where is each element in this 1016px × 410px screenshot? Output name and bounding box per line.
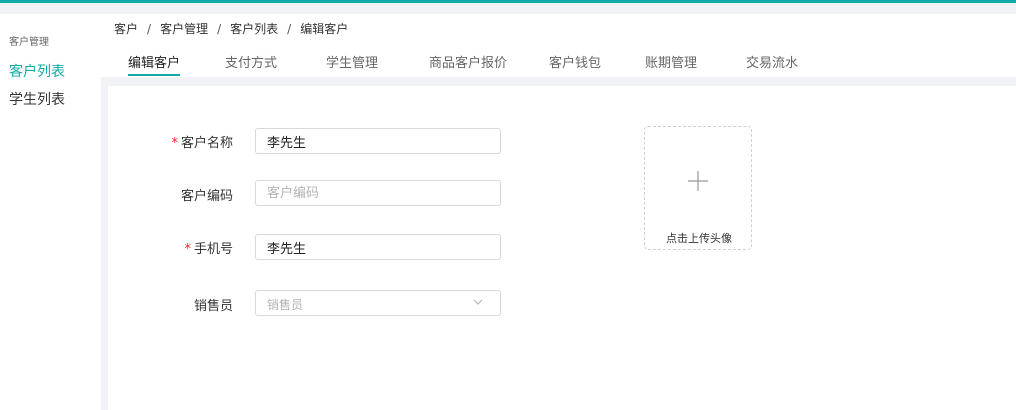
plus-icon xyxy=(688,171,708,191)
active-tab-indicator xyxy=(128,74,180,76)
required-mark: * xyxy=(184,242,191,257)
avatar-upload[interactable]: 点击上传头像 xyxy=(644,126,752,250)
breadcrumb: 客户 / 客户管理 / 客户列表 / 编辑客户 xyxy=(114,20,348,37)
avatar-upload-label: 点击上传头像 xyxy=(666,232,732,245)
edit-customer-form: *客户名称 客户编码 *手机号 销售员 销售员 点击上传头像 xyxy=(108,86,1016,410)
breadcrumb-separator: / xyxy=(147,22,152,36)
salesperson-label: 销售员 xyxy=(193,299,233,314)
salesperson-select[interactable]: 销售员 xyxy=(255,290,501,316)
customer-code-input[interactable] xyxy=(255,180,501,206)
required-mark: * xyxy=(171,136,178,151)
sidebar-item-customer-list[interactable]: 客户列表 xyxy=(9,61,65,81)
customer-name-input[interactable] xyxy=(255,128,501,154)
tab-billing-period[interactable]: 账期管理 xyxy=(645,52,697,71)
chevron-down-icon xyxy=(473,299,483,305)
tab-transactions[interactable]: 交易流水 xyxy=(746,52,798,71)
breadcrumb-edit-customer: 编辑客户 xyxy=(300,22,349,36)
tab-edit-customer[interactable]: 编辑客户 xyxy=(128,52,180,71)
page-header: 客户 / 客户管理 / 客户列表 / 编辑客户 编辑客户 支付方式 学生管理 商品客户报价 … xyxy=(101,14,1016,77)
breadcrumb-separator: / xyxy=(287,22,292,36)
tab-customer-wallet[interactable]: 客户钱包 xyxy=(549,52,601,71)
breadcrumb-customer-list[interactable]: 客户列表 xyxy=(230,22,278,36)
breadcrumb-separator: / xyxy=(217,22,222,36)
phone-input[interactable] xyxy=(255,234,501,260)
phone-label: * 手机号 xyxy=(184,242,233,257)
sidebar-group-title: 客户管理 xyxy=(9,37,49,48)
salesperson-placeholder: 销售员 xyxy=(267,298,304,312)
breadcrumb-customer-management[interactable]: 客户管理 xyxy=(160,22,208,36)
tab-payment-methods[interactable]: 支付方式 xyxy=(225,52,277,71)
customer-name-label: * 客户名称 xyxy=(171,136,233,151)
tab-student-management[interactable]: 学生管理 xyxy=(326,52,378,71)
customer-code-label: 客户编码 xyxy=(180,189,233,204)
sidebar: 客户管理 客户列表 学生列表 xyxy=(0,14,101,410)
top-accent-bar xyxy=(0,0,1016,3)
breadcrumb-customer[interactable]: 客户 xyxy=(114,22,138,36)
tab-product-customer-quote[interactable]: 商品客户报价 xyxy=(429,52,507,71)
sidebar-item-student-list[interactable]: 学生列表 xyxy=(9,89,65,109)
